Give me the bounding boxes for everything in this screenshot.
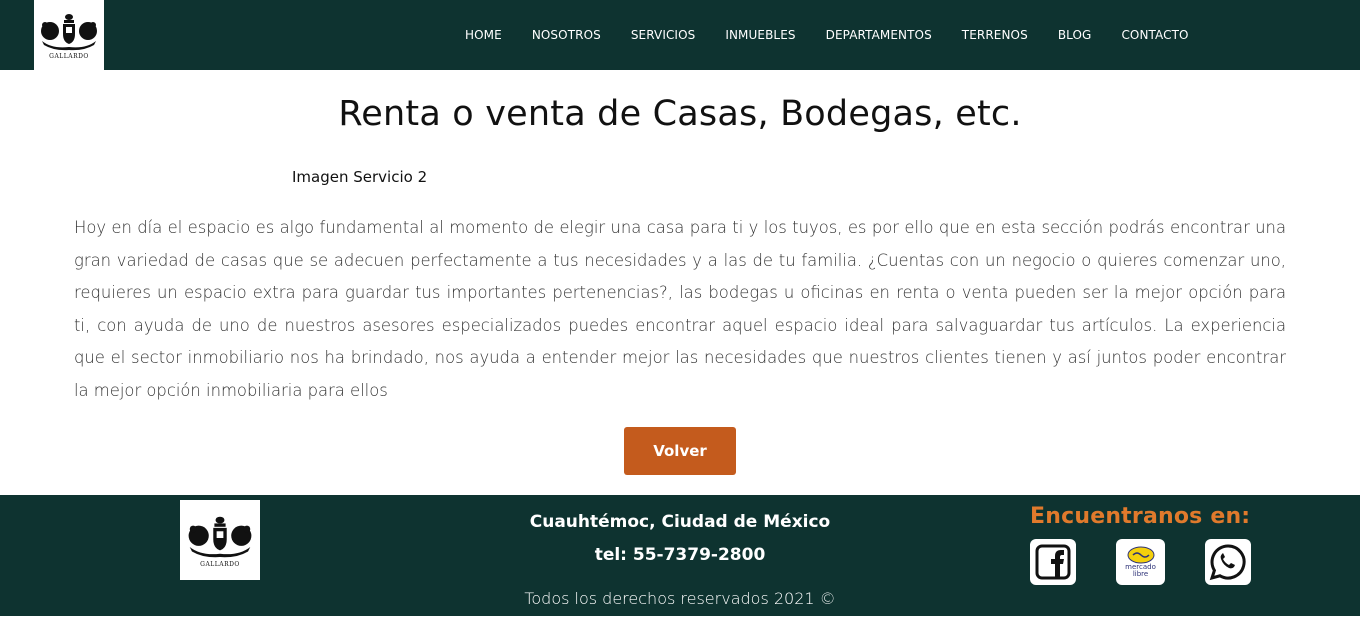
mercadolibre-link[interactable]: mercado libre	[1116, 539, 1165, 585]
footer-phone: tel: 55-7379-2800	[594, 545, 766, 565]
logo[interactable]: GALLARDO	[34, 0, 104, 70]
nav-nosotros[interactable]: NOSOTROS	[532, 28, 601, 42]
service-description: Hoy en día el espacio es algo fundamenta…	[74, 218, 1286, 400]
nav-departamentos[interactable]: DEPARTAMENTOS	[826, 28, 932, 42]
mercadolibre-text-2: libre	[1132, 570, 1149, 578]
nav-terrenos[interactable]: TERRENOS	[962, 28, 1028, 42]
footer-logo-text: GALLARDO	[200, 560, 240, 568]
coat-of-arms-icon	[41, 13, 97, 50]
whatsapp-icon	[1209, 544, 1246, 581]
nav-servicios[interactable]: SERVICIOS	[631, 28, 696, 42]
whatsapp-link[interactable]	[1205, 539, 1251, 585]
footer-logo: GALLARDO	[180, 500, 260, 580]
nav-home[interactable]: HOME	[465, 28, 502, 42]
mercadolibre-icon	[1127, 546, 1154, 564]
facebook-icon	[1035, 544, 1071, 580]
footer-address: Cuauhtémoc, Ciudad de México	[529, 512, 831, 532]
site-header: GALLARDO HOME NOSOTROS SERVICIOS INMUEBL…	[0, 0, 1360, 70]
page-title: Renta o venta de Casas, Bodegas, etc.	[338, 94, 1022, 134]
nav-contacto[interactable]: CONTACTO	[1121, 28, 1188, 42]
nav-inmuebles[interactable]: INMUEBLES	[725, 28, 795, 42]
footer-copyright: Todos los derechos reservados 2021 ©	[524, 589, 836, 608]
main-nav: HOME NOSOTROS SERVICIOS INMUEBLES DEPART…	[450, 0, 1204, 70]
back-button[interactable]: Volver	[624, 427, 736, 475]
site-footer: GALLARDO Cuauhtémoc, Ciudad de México te…	[0, 495, 1360, 616]
service-image-alt: Imagen Servicio 2	[292, 168, 428, 186]
logo-text: GALLARDO	[49, 52, 89, 60]
coat-of-arms-icon	[188, 516, 252, 557]
nav-blog[interactable]: BLOG	[1058, 28, 1092, 42]
facebook-link[interactable]	[1030, 539, 1076, 585]
find-us-heading: Encuentranos en:	[1030, 504, 1251, 529]
